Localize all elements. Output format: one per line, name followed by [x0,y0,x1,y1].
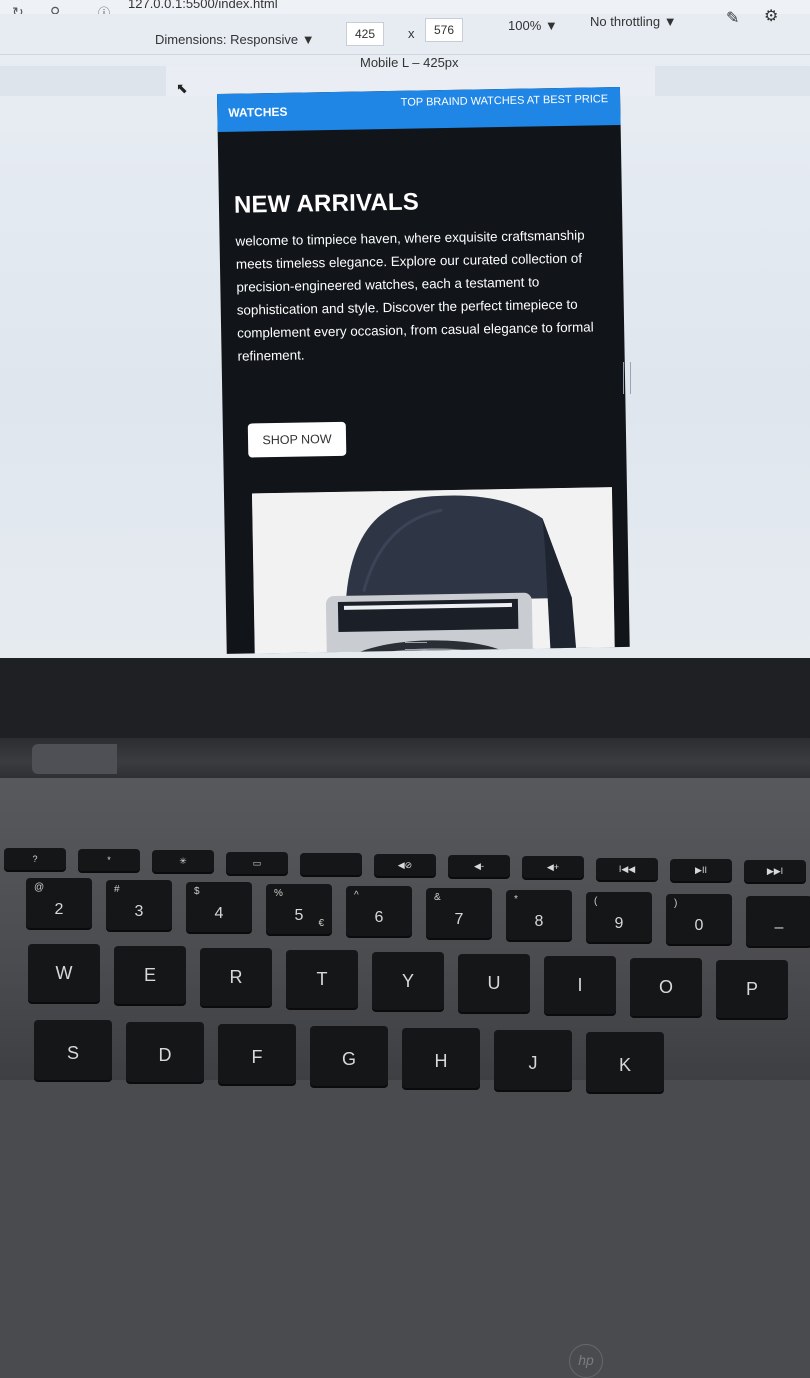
site-navbar: WATCHES TOP BRAIND WATCHES AT BEST PRICE [217,86,621,132]
key-shift-label: $ [194,886,200,897]
site-brand[interactable]: WATCHES [228,105,287,120]
zoom-dropdown[interactable]: 100% ▼ [508,18,558,33]
letter-key-t[interactable]: T [286,950,358,1008]
screen-bezel: hp [0,658,810,1378]
fn-key[interactable]: ✳ [152,850,214,873]
letter-key-e[interactable]: E [114,946,186,1004]
height-input[interactable]: 576 [425,18,464,42]
key-shift-label: ^ [354,890,359,901]
letter-key-w[interactable]: W [28,944,100,1002]
hero-text: welcome to timpiece haven, where exquisi… [235,227,594,364]
key-main-label: 0 [694,917,704,934]
device-viewport: WATCHES TOP BRAIND WATCHES AT BEST PRICE… [217,86,630,654]
ruler-segment [0,66,166,96]
key-shift-label: # [114,884,120,895]
dimensions-label: Dimensions: Responsive [155,32,299,47]
width-input[interactable]: 425 [346,22,385,46]
mouse-cursor-icon: ⬉ [176,80,188,96]
letter-key-i[interactable]: I [544,956,616,1014]
letter-key-r[interactable]: R [200,948,272,1006]
dimensions-dropdown[interactable]: Dimensions: Responsive ▼ [155,32,315,47]
key-main-label: – [774,919,784,936]
shop-now-button[interactable]: SHOP NOW [247,421,347,458]
resize-handle-right[interactable] [623,362,631,394]
ruler-segment [655,66,810,96]
watch-photo-icon [251,487,616,654]
fn-key[interactable]: ? [4,848,66,870]
hp-logo: hp [569,1344,603,1378]
letter-key-f[interactable]: F [218,1024,296,1084]
key-main-label: 9 [614,915,624,932]
key-shift-label: * [514,894,518,905]
fn-key[interactable]: ▶▶I [744,860,806,882]
hinge-bar [32,744,117,774]
fn-key[interactable]: * [78,849,140,872]
number-key-0[interactable]: 0) [666,894,732,944]
key-main-label: 4 [214,905,224,922]
dropdown-arrow-icon: ▼ [301,32,315,47]
fn-key[interactable]: I◀◀ [596,857,658,880]
url-text[interactable]: 127.0.0.1:5500/index.html [128,0,278,11]
key-main-label: 7 [454,911,464,928]
number-key-2[interactable]: 2 @ [26,878,92,928]
letter-key-h[interactable]: H [402,1028,480,1088]
number-key-6[interactable]: 6 ^ [346,886,412,936]
dropdown-arrow-icon: ▼ [663,14,677,29]
number-key-4[interactable]: 4 $ [186,882,252,932]
dropdown-arrow-icon: ▼ [544,18,558,33]
device-toolbar: Dimensions: Responsive ▼ 425 x 576 100% … [0,8,810,55]
number-key-–[interactable]: – [746,896,810,946]
resize-handle-bottom[interactable] [405,642,427,650]
key-shift-label: ) [674,898,678,909]
nav-link[interactable]: TOP BRAIND WATCHES AT BEST PRICE [401,93,609,109]
fn-key[interactable]: ◀⊘ [374,854,436,876]
number-key-8[interactable]: 8 * [506,890,572,940]
number-key-9[interactable]: 9( [586,892,652,942]
key-alt-label: € [318,918,324,929]
letter-key-o[interactable]: O [630,958,702,1016]
key-main-label: 3 [134,903,144,920]
key-main-label: 8 [534,913,544,930]
laptop-screen: ↻ ⚲ ⓘ 127.0.0.1:5500/index.html Dimensio… [0,0,810,660]
hero-title: NEW ARRIVALS [233,188,420,219]
letter-key-s[interactable]: S [34,1020,112,1080]
number-key-7[interactable]: 7 & [426,888,492,938]
settings-icon[interactable]: ⚙ [764,6,778,26]
key-shift-label: % [274,888,283,899]
throttling-dropdown[interactable]: No throttling ▼ [590,14,677,29]
times-sign: x [408,26,415,41]
fn-key[interactable] [300,852,362,875]
laptop-hinge [0,738,810,778]
letter-key-p[interactable]: P [716,960,788,1018]
zoom-label: 100% [508,18,542,33]
fn-key[interactable]: ◀+ [522,856,584,879]
key-shift-label: & [434,892,441,903]
letter-key-y[interactable]: Y [372,952,444,1010]
letter-key-j[interactable]: J [494,1030,572,1090]
number-key-3[interactable]: 3 # [106,880,172,930]
key-shift-label: @ [34,882,45,893]
number-key-5[interactable]: 5% € [266,884,332,934]
key-shift-label: ( [594,896,598,907]
key-main-label: 2 [54,901,64,918]
letter-key-u[interactable]: U [458,954,530,1012]
key-main-label: 6 [374,909,384,926]
fn-key[interactable]: ▶II [670,858,732,881]
ruler-device-label: Mobile L – 425px [360,55,459,70]
letter-key-g[interactable]: G [310,1026,388,1086]
letter-key-d[interactable]: D [126,1022,204,1082]
letter-key-k[interactable]: K [586,1032,664,1092]
fn-key[interactable]: ▭ [226,851,288,874]
eyedropper-icon[interactable]: ✎ [726,8,739,28]
throttling-label: No throttling [590,14,661,29]
watch-image [251,487,616,654]
key-main-label: 5 [294,907,304,924]
fn-key[interactable]: ◀- [448,855,510,878]
